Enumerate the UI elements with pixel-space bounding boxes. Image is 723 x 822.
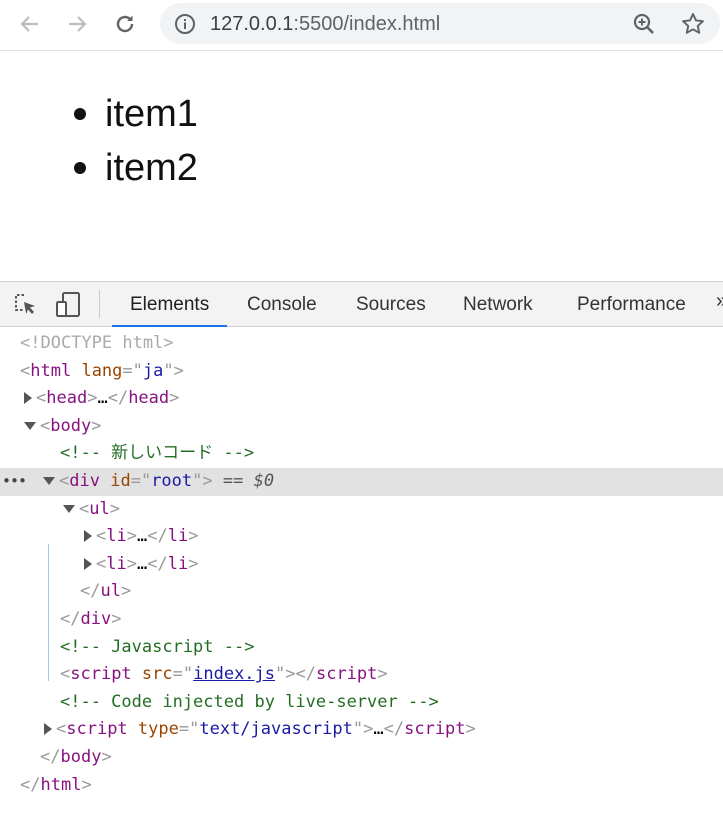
devtools-tabbar: Elements Console Sources Network Perform…	[0, 282, 723, 327]
selected-node-marker: == $0	[222, 470, 275, 491]
dom-node-div-root[interactable]: ••• <div id="root"> == $0	[0, 467, 723, 496]
tag-name: script	[315, 664, 378, 685]
reload-button[interactable]	[110, 9, 140, 39]
dom-node-script[interactable]: <script src="index.js"></script>	[0, 661, 723, 689]
tab-sources[interactable]: Sources	[356, 282, 426, 326]
dom-node-comment[interactable]: <!-- Code injected by live-server -->	[0, 689, 723, 717]
dom-node-ul-close[interactable]: </ul>	[0, 578, 723, 606]
dom-node-html[interactable]: <html lang="ja">	[0, 358, 723, 386]
tag-name: html	[30, 360, 72, 381]
tag-name: ul	[89, 498, 110, 519]
doctype-text: <!DOCTYPE html>	[20, 333, 174, 353]
attr-name: type	[137, 719, 179, 740]
forward-arrow-icon	[69, 16, 87, 32]
dom-tree: <!DOCTYPE html> <html lang="ja"> <head>……	[0, 330, 723, 799]
tag-name: div	[69, 470, 100, 491]
tag-name: script	[66, 719, 128, 740]
tab-elements[interactable]: Elements	[111, 282, 228, 327]
tag-name: li	[167, 553, 189, 574]
dom-node-li[interactable]: <li>…</li>	[0, 551, 723, 579]
dom-node-comment[interactable]: <!-- Javascript -->	[0, 634, 723, 662]
star-icon[interactable]	[680, 11, 706, 37]
dom-node-script-injected[interactable]: <script type="text/javascript">…</script…	[0, 716, 723, 744]
more-tabs-chevron-icon[interactable]: »	[716, 290, 723, 313]
tab-console[interactable]: Console	[247, 282, 317, 326]
dom-node-html-close[interactable]: </html>	[0, 772, 723, 800]
browser-toolbar: 127.0.0.1:5500/index.html	[0, 0, 723, 51]
bullet-icon	[74, 162, 86, 174]
inspect-element-icon[interactable]	[12, 292, 38, 318]
page-viewport: item1 item2	[0, 51, 723, 281]
attr-name: lang	[81, 360, 123, 381]
forward-button[interactable]	[62, 9, 92, 39]
dom-node-doctype[interactable]: <!DOCTYPE html>	[0, 330, 723, 358]
dom-node-ul[interactable]: <ul>	[0, 496, 723, 524]
list-item: item2	[70, 141, 198, 195]
tag-name: body	[60, 746, 102, 767]
tag-name: li	[167, 526, 189, 547]
dom-node-head[interactable]: <head>…</head>	[0, 385, 723, 413]
dom-node-body[interactable]: <body>	[0, 413, 723, 441]
collapsed-ellipsis: …	[136, 553, 148, 574]
attr-name: id	[110, 470, 131, 491]
expand-triangle-icon[interactable]	[84, 557, 92, 570]
back-arrow-icon	[20, 16, 38, 32]
nesting-guide-line	[48, 544, 49, 681]
expand-triangle-icon[interactable]	[84, 530, 92, 543]
url-host: 127.0.0.1	[210, 13, 294, 35]
dom-node-li[interactable]: <li>…</li>	[0, 523, 723, 551]
toolbar-divider	[99, 290, 100, 318]
collapsed-ellipsis: …	[136, 526, 148, 547]
tab-performance[interactable]: Performance	[577, 282, 686, 326]
tag-name: script	[70, 664, 132, 685]
collapsed-ellipsis: …	[97, 388, 108, 409]
tag-name: body	[50, 415, 92, 436]
list-item-text: item2	[105, 147, 198, 189]
attr-value: root	[151, 470, 193, 491]
expand-triangle-icon[interactable]	[24, 392, 32, 405]
tag-name: script	[404, 719, 466, 740]
url-path: :5500/index.html	[293, 13, 441, 35]
comment-text: <!-- 新しいコード -->	[60, 443, 255, 464]
address-bar[interactable]: 127.0.0.1:5500/index.html	[160, 3, 720, 44]
list-item: item1	[70, 87, 198, 141]
comment-text: <!-- Javascript -->	[60, 636, 255, 657]
devtools-panel: Elements Console Sources Network Perform…	[0, 281, 723, 822]
collapse-triangle-icon[interactable]	[43, 476, 55, 485]
attr-value: text/javascript	[199, 719, 353, 740]
dom-node-comment[interactable]: <!-- 新しいコード -->	[0, 440, 723, 468]
collapsed-ellipsis: …	[373, 719, 384, 740]
device-toggle-icon[interactable]	[54, 292, 82, 318]
dom-node-body-close[interactable]: </body>	[0, 744, 723, 772]
tag-name: ul	[100, 581, 121, 602]
tag-name: head	[128, 388, 170, 409]
reload-icon	[116, 15, 134, 33]
zoom-icon[interactable]	[632, 12, 656, 36]
more-actions-icon[interactable]: •••	[2, 468, 27, 496]
attr-value: ja	[142, 360, 164, 381]
collapse-triangle-icon[interactable]	[63, 504, 75, 513]
info-icon[interactable]	[174, 13, 196, 35]
attr-name: src	[141, 664, 173, 685]
tag-name: head	[46, 388, 88, 409]
dom-node-div-close[interactable]: </div>	[0, 606, 723, 634]
list-item-text: item1	[105, 93, 198, 135]
back-button[interactable]	[15, 9, 45, 39]
comment-text: <!-- Code injected by live-server -->	[60, 691, 439, 712]
script-src-link[interactable]: index.js	[193, 664, 275, 684]
tag-name: li	[106, 553, 127, 574]
bullet-icon	[74, 108, 86, 120]
url-text[interactable]: 127.0.0.1:5500/index.html	[210, 13, 440, 36]
collapse-triangle-icon[interactable]	[24, 421, 36, 430]
item-list: item1 item2	[70, 87, 198, 195]
tag-name: div	[80, 608, 112, 629]
tag-name: li	[106, 526, 127, 547]
tag-name: html	[40, 774, 82, 795]
tab-network[interactable]: Network	[463, 282, 533, 326]
expand-triangle-icon[interactable]	[44, 723, 52, 736]
